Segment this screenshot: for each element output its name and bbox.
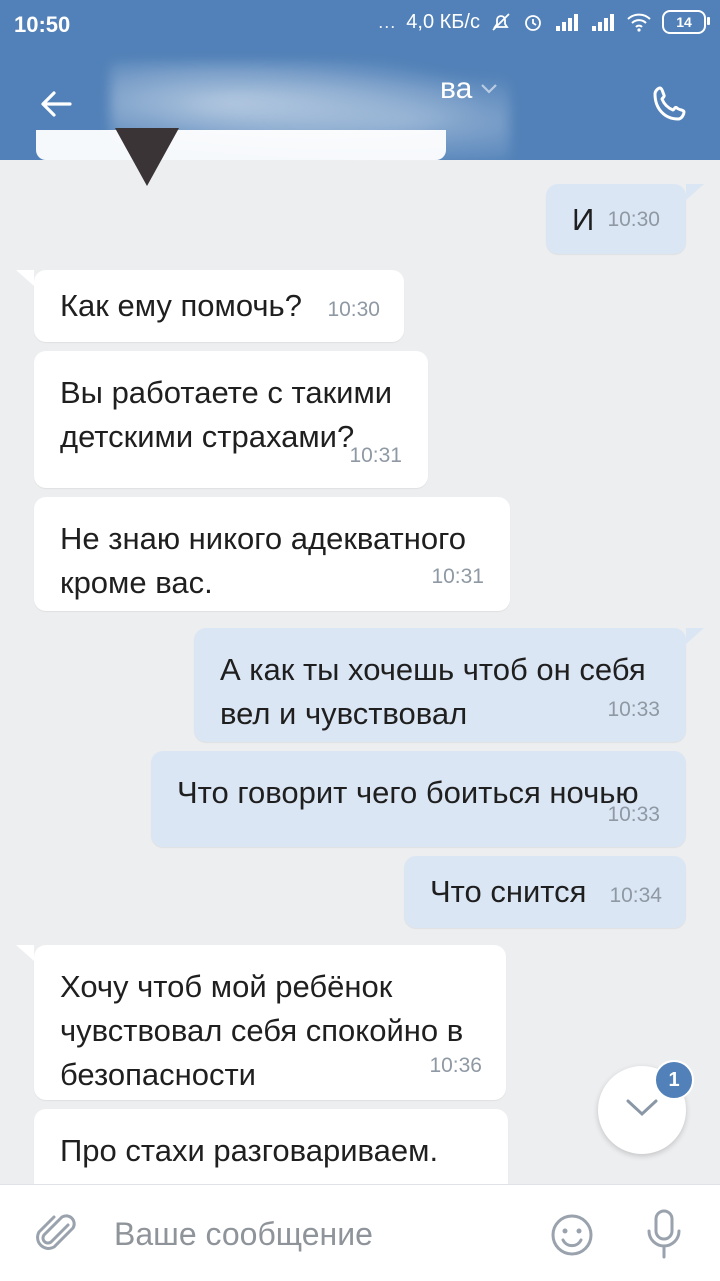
message-incoming[interactable]: Вы работаете с такими детскими страхами?…	[34, 351, 428, 488]
blurred-avatar-shape	[115, 128, 179, 186]
message-text: Вы работаете с такими детскими страхами?	[60, 375, 393, 454]
status-bar: 10:50 ... 4,0 КБ/с 14	[0, 0, 720, 52]
unread-badge: 1	[654, 1060, 694, 1100]
bubble-tail	[16, 945, 34, 961]
message-outgoing[interactable]: Что снится 10:34	[404, 856, 686, 928]
status-dots: ...	[378, 11, 397, 32]
message-outgoing[interactable]: А как ты хочешь чтоб он себя вел и чувст…	[194, 628, 686, 742]
message-incoming[interactable]: Не знаю никого адекватного кроме вас. 10…	[34, 497, 510, 611]
status-time: 10:50	[14, 12, 71, 37]
battery-icon: 14	[662, 10, 710, 34]
message-incoming[interactable]: Хочу чтоб мой ребёнок чувствовал себя сп…	[34, 945, 506, 1100]
emoji-icon[interactable]	[548, 1211, 596, 1259]
message-time: 10:33	[607, 803, 660, 826]
message-text: А как ты хочешь чтоб он себя вел и чувст…	[220, 652, 646, 731]
message-text: И	[572, 202, 595, 237]
message-text: Не знаю никого адекватного кроме вас.	[60, 521, 466, 600]
mute-bell-icon	[490, 11, 512, 33]
message-input[interactable]	[112, 1207, 536, 1261]
message-text: Что снится	[430, 874, 587, 909]
message-text: Как ему помочь?	[60, 288, 302, 323]
bubble-tail	[16, 270, 34, 286]
message-composer	[0, 1184, 720, 1281]
message-outgoing[interactable]: Что говорит чего боиться ночью 10:33	[151, 751, 686, 847]
status-icons: ... 4,0 КБ/с 14	[378, 10, 710, 34]
partial-message-top	[36, 130, 446, 160]
wifi-icon	[626, 12, 652, 32]
chevron-down-icon	[625, 1098, 659, 1123]
message-time: 10:30	[327, 298, 380, 321]
chevron-down-icon	[480, 79, 498, 100]
message-text: Хочу чтоб мой ребёнок чувствовал себя сп…	[60, 969, 464, 1092]
message-text: Про стахи разговариваем.	[60, 1133, 439, 1168]
contact-name-text: ва	[440, 72, 473, 105]
message-time: 10:34	[609, 884, 662, 907]
signal-icon	[554, 12, 580, 32]
message-time: 10:33	[607, 698, 660, 721]
message-text: Что говорит чего боиться ночью	[177, 775, 639, 810]
message-time: 10:30	[607, 208, 660, 231]
signal-icon-2	[590, 12, 616, 32]
microphone-icon[interactable]	[640, 1207, 688, 1261]
bubble-tail	[686, 184, 704, 200]
network-speed: 4,0 КБ/с	[406, 10, 480, 33]
contact-name[interactable]: ва	[440, 72, 498, 106]
message-time: 10:31	[349, 444, 402, 467]
message-time: 10:36	[429, 1054, 482, 1077]
message-outgoing[interactable]: И 10:30	[546, 184, 686, 254]
paperclip-icon[interactable]	[34, 1211, 82, 1259]
message-incoming[interactable]: Как ему помочь? 10:30	[34, 270, 404, 342]
phone-icon[interactable]	[648, 82, 692, 126]
back-arrow-icon[interactable]	[34, 82, 78, 126]
message-time: 10:31	[431, 565, 484, 588]
alarm-icon	[522, 11, 544, 33]
bubble-tail	[686, 628, 704, 644]
